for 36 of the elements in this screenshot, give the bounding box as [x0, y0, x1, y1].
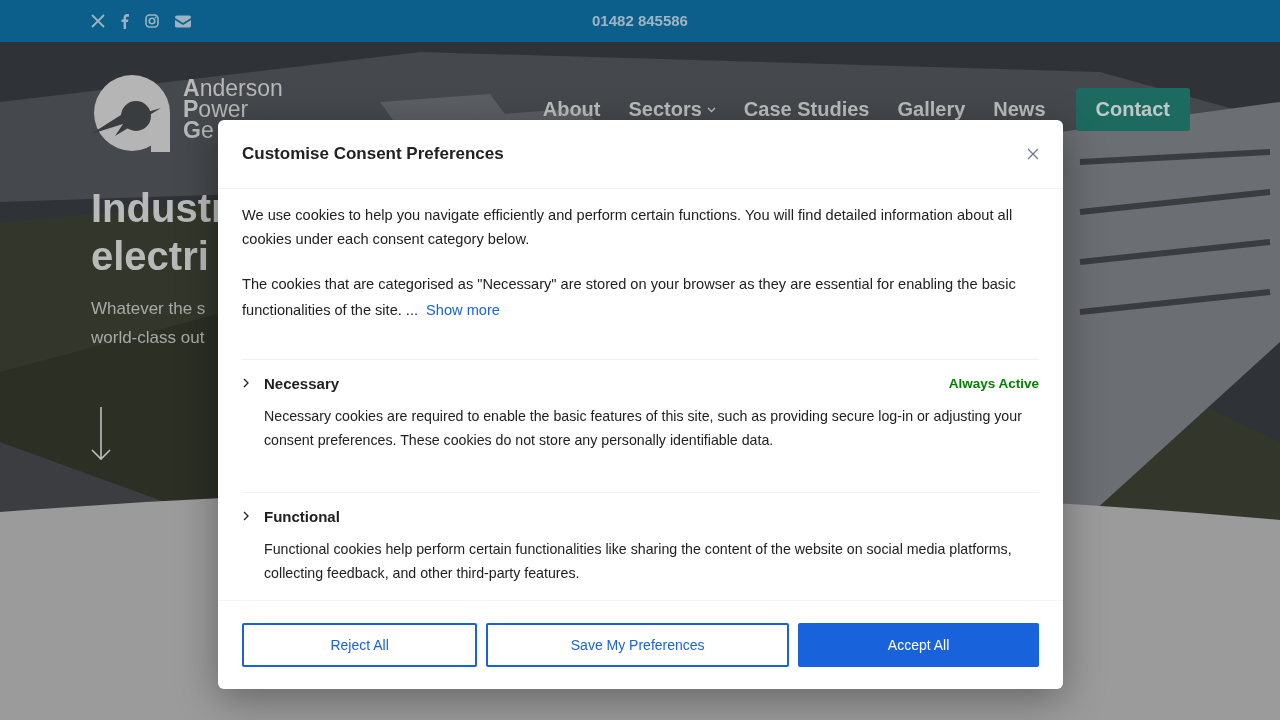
nav-link[interactable]: Gallery — [897, 98, 966, 121]
logo-text: Power — [183, 99, 250, 120]
chevron-right-icon[interactable] — [242, 378, 250, 388]
nav-link[interactable]: Case Studies — [743, 98, 870, 121]
nav-link[interactable]: Sectors — [628, 98, 716, 121]
close-icon[interactable] — [1027, 148, 1039, 160]
hero-title: Industr — [91, 185, 227, 232]
x-logo-icon[interactable] — [91, 14, 105, 28]
outline-button[interactable]: Save My Preferences — [486, 623, 790, 667]
envelope-icon[interactable] — [175, 14, 191, 28]
hero-subtitle: world-class out — [91, 327, 206, 349]
logo-text: Ge — [183, 120, 215, 141]
instagram-icon[interactable] — [145, 14, 159, 28]
hero-title: electri — [91, 233, 209, 280]
category-name[interactable]: Necessary — [264, 374, 340, 392]
outline-button[interactable]: Reject All — [242, 623, 478, 667]
down-arrow-icon[interactable] — [91, 407, 111, 461]
category-description: Functional cookies help perform certain functionalities like sharing the content of the website on social media platforms, collecting feedback, and other third-party features. — [264, 540, 1013, 583]
logo-icon[interactable] — [91, 72, 173, 154]
status-label: Always Active — [948, 375, 1039, 391]
contact-button[interactable]: Contact — [1075, 88, 1190, 131]
dialog-title: Customise Consent Preferences — [242, 144, 504, 164]
facebook-icon[interactable] — [121, 13, 129, 29]
primary-button[interactable]: Accept All — [798, 623, 1039, 667]
phone-number[interactable]: 01482 845586 — [592, 12, 688, 29]
logo-text: Anderson — [183, 78, 283, 99]
nav-link[interactable]: About — [542, 98, 601, 121]
category-description: Necessary cookies are required to enable the basic features of this site, such as providing secure log-in or adjusting your consent preferences. These cookies do not store any personally identifiable data. — [264, 407, 1023, 450]
intro-text: We use cookies to help you navigate efficiently and perform certain functions. You will find detailed information about all cookies under each consent category below. — [242, 206, 1014, 249]
category-name[interactable]: Functional — [264, 507, 340, 525]
nav-link[interactable]: News — [993, 98, 1046, 121]
caret-icon[interactable] — [706, 106, 716, 113]
show-more-link[interactable]: Show more — [426, 302, 500, 318]
notice-text: The cookies that are categorised as "Necessary" are stored on your browser as they are essential for enabling the basic functionalities of the site. ... Show more — [242, 275, 1017, 320]
chevron-right-icon[interactable] — [242, 511, 250, 521]
hero-subtitle: Whatever the s — [91, 298, 206, 320]
